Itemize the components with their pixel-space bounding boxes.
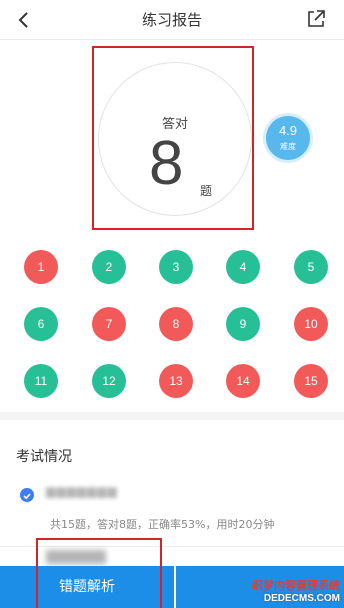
difficulty-value: 4.9 xyxy=(278,123,298,138)
button-highlight-box xyxy=(36,538,162,608)
question-3-button[interactable]: 3 xyxy=(159,250,193,284)
difficulty-label: 难度 xyxy=(280,142,296,151)
question-15-button[interactable]: 15 xyxy=(294,364,328,398)
difficulty-badge: 4.9 难度 xyxy=(266,116,310,160)
question-6-button[interactable]: 6 xyxy=(24,307,58,341)
watermark-url: DEDECMS.COM xyxy=(263,593,340,604)
question-1-button[interactable]: 1 xyxy=(24,250,58,284)
section-divider-band xyxy=(0,412,344,420)
exam-title: 考试情况 xyxy=(16,449,72,465)
question-12-button[interactable]: 12 xyxy=(92,364,126,398)
share-button[interactable] xyxy=(304,7,328,31)
check-icon xyxy=(20,488,34,502)
header: 练习报告 xyxy=(0,0,344,40)
question-14-button[interactable]: 14 xyxy=(226,364,260,398)
question-13-button[interactable]: 13 xyxy=(159,364,193,398)
score-section: 答对 8 题 4.9 难度 xyxy=(0,40,344,240)
question-7-button[interactable]: 7 xyxy=(92,307,126,341)
exam-name-blurred: ▆▆▆▆▆▆▆ xyxy=(46,484,118,498)
question-4-button[interactable]: 4 xyxy=(226,250,260,284)
question-10-button[interactable]: 10 xyxy=(294,307,328,341)
question-5-button[interactable]: 5 xyxy=(294,250,328,284)
exam-summary: 共15题，答对8题，正确率53%，用时20分钟 xyxy=(50,518,275,531)
exam-section: 考试情况 ▆▆▆▆▆▆▆ 共15题，答对8题，正确率53%，用时20分钟 xyxy=(0,420,344,540)
watermark-title: 织梦内容管理系统 xyxy=(252,579,340,592)
share-icon xyxy=(308,10,325,27)
question-2-button[interactable]: 2 xyxy=(92,250,126,284)
page-title: 练习报告 xyxy=(141,11,202,29)
question-11-button[interactable]: 11 xyxy=(24,364,58,398)
score-highlight-box xyxy=(92,46,254,230)
question-8-button[interactable]: 8 xyxy=(159,307,193,341)
watermark: 织梦内容管理系统 DEDECMS.COM xyxy=(228,577,340,604)
question-9-button[interactable]: 9 xyxy=(226,307,260,341)
